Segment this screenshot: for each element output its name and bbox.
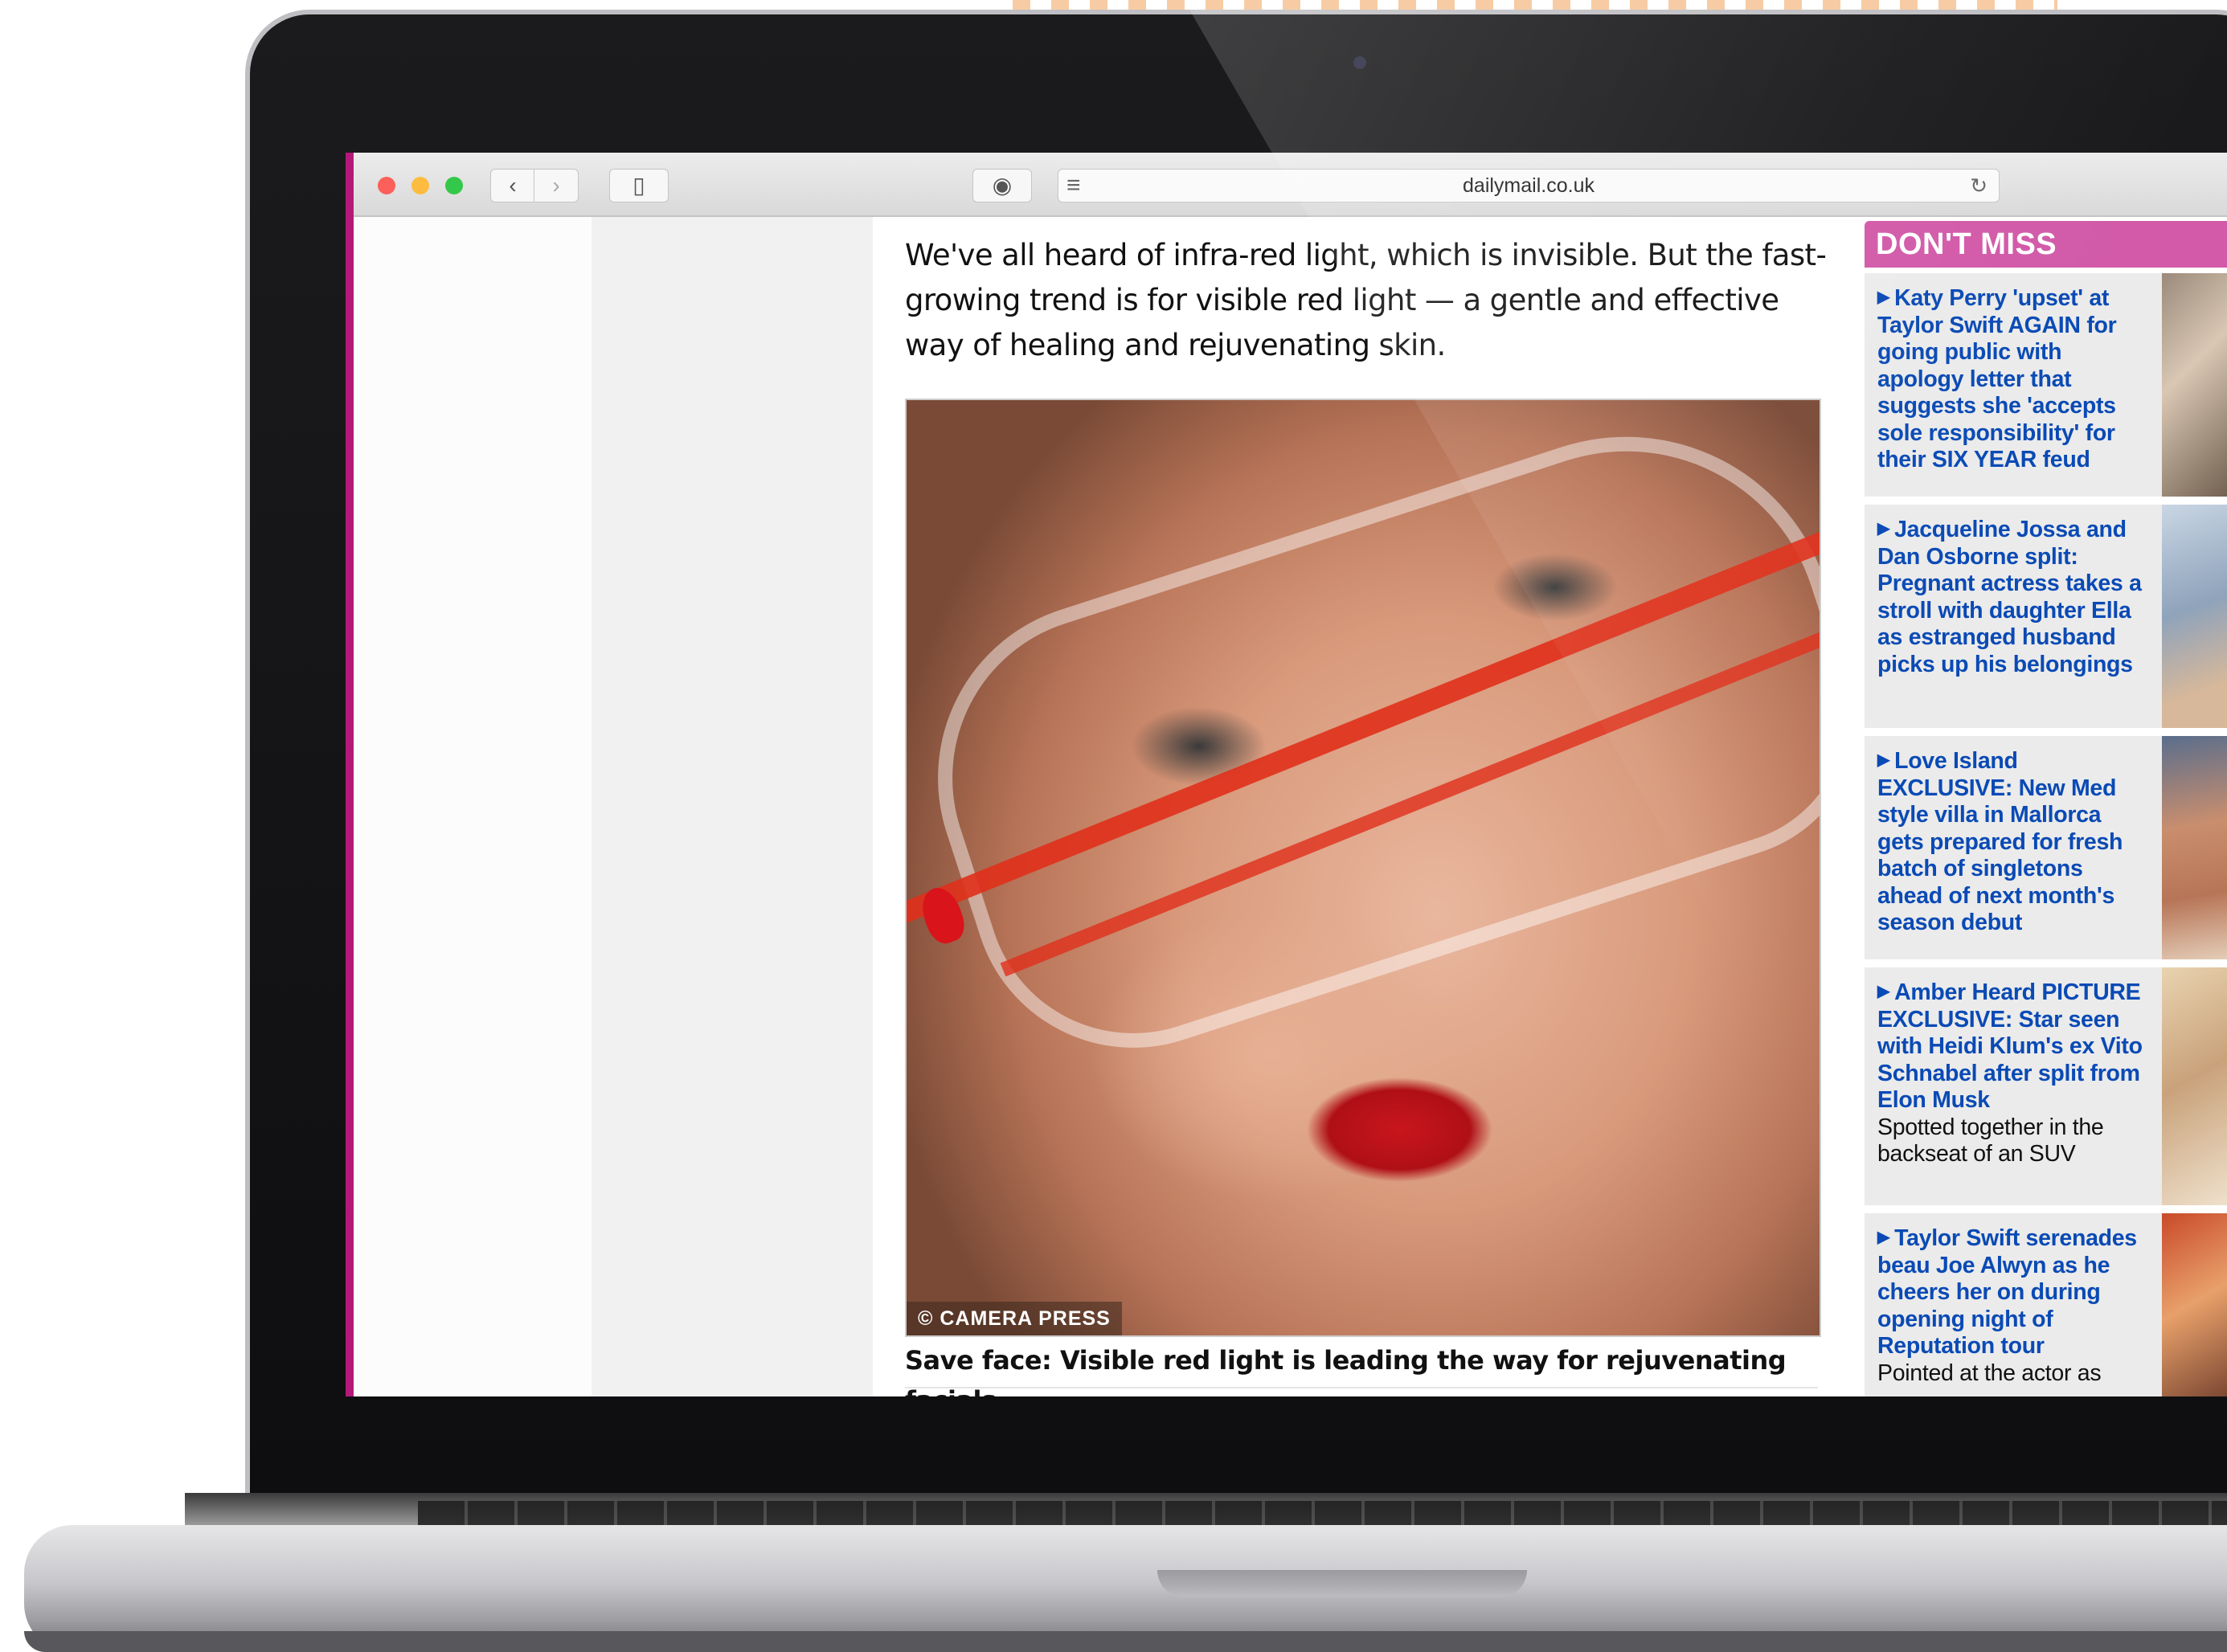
sidebar-toggle-button[interactable]: ▯ bbox=[609, 169, 669, 202]
extension-button[interactable]: ◉ bbox=[972, 169, 1032, 202]
forward-button[interactable]: › bbox=[534, 169, 579, 202]
triangle-right-icon: ▶ bbox=[1877, 751, 1890, 769]
triangle-right-icon: ▶ bbox=[1877, 288, 1890, 306]
dont-miss-thumbnail[interactable] bbox=[2162, 736, 2227, 959]
article-paragraph: We've all heard of infra-red light, whic… bbox=[905, 238, 1827, 362]
dont-miss-subtext: Spotted together in the backseat of an S… bbox=[1877, 1114, 2104, 1167]
dont-miss-item[interactable]: ▶ Katy Perry 'upset' at Taylor Swift AGAI… bbox=[1865, 273, 2227, 497]
close-window-button[interactable] bbox=[378, 177, 395, 194]
page-left-column bbox=[354, 217, 592, 1396]
sidebar-icon: ▯ bbox=[632, 173, 645, 198]
dont-miss-thumbnail[interactable] bbox=[2162, 273, 2227, 497]
dont-miss-item[interactable]: ▶ Taylor Swift serenades beau Joe Alwyn a… bbox=[1865, 1213, 2227, 1396]
browser-toolbar: ‹ › ▯ ◉ ≡ dailymail.co.uk ↻ bbox=[354, 153, 2227, 217]
minimize-window-button[interactable] bbox=[411, 177, 429, 194]
address-bar[interactable]: ≡ dailymail.co.uk ↻ bbox=[1058, 169, 2000, 202]
triangle-right-icon: ▶ bbox=[1877, 520, 1890, 538]
laptop-screen: ‹ › ▯ ◉ ≡ dailymail.co.uk ↻ We've all he… bbox=[346, 153, 2227, 1396]
laptop-base-edge bbox=[24, 1631, 2227, 1652]
dont-miss-headline[interactable]: Love Island EXCLUSIVE: New Med style vil… bbox=[1877, 748, 2123, 935]
webcam bbox=[1353, 56, 1366, 69]
dont-miss-title: DON'T MISS bbox=[1876, 227, 2057, 261]
laptop-opening-notch bbox=[1157, 1570, 1527, 1597]
dont-miss-headline[interactable]: Jacqueline Jossa and Dan Osborne split: … bbox=[1877, 517, 2142, 677]
chevron-right-icon: › bbox=[552, 173, 560, 198]
reload-icon[interactable]: ↻ bbox=[1970, 170, 1988, 202]
back-button[interactable]: ‹ bbox=[490, 169, 535, 202]
dont-miss-thumbnail[interactable] bbox=[2162, 1213, 2227, 1396]
dont-miss-headline[interactable]: Amber Heard PICTURE EXCLUSIVE: Star seen… bbox=[1877, 979, 2143, 1113]
extension-icon: ◉ bbox=[992, 173, 1013, 198]
dont-miss-item[interactable]: ▶ Amber Heard PICTURE EXCLUSIVE: Star see… bbox=[1865, 967, 2227, 1205]
triangle-right-icon: ▶ bbox=[1877, 983, 1890, 1000]
page-gutter bbox=[592, 217, 873, 1396]
dont-miss-subtext: Pointed at the actor as bbox=[1877, 1360, 2102, 1386]
triangle-right-icon: ▶ bbox=[1877, 1229, 1890, 1246]
dont-miss-thumbnail[interactable] bbox=[2162, 967, 2227, 1205]
divider bbox=[905, 1387, 1818, 1388]
dont-miss-thumbnail[interactable] bbox=[2162, 505, 2227, 728]
photo-glasses bbox=[907, 400, 1820, 1090]
photo-credit: © CAMERA PRESS bbox=[907, 1302, 1122, 1335]
zoom-window-button[interactable] bbox=[445, 177, 463, 194]
article-photo[interactable]: © CAMERA PRESS bbox=[905, 399, 1821, 1337]
dont-miss-item[interactable]: ▶ Love Island EXCLUSIVE: New Med style vi… bbox=[1865, 736, 2227, 959]
chevron-left-icon: ‹ bbox=[509, 173, 517, 198]
dont-miss-header: DON'T MISS bbox=[1865, 221, 2227, 268]
dont-miss-headline[interactable]: Taylor Swift serenades beau Joe Alwyn as… bbox=[1877, 1225, 2137, 1359]
url-text: dailymail.co.uk bbox=[1463, 174, 1595, 197]
dont-miss-item[interactable]: ▶ Jacqueline Jossa and Dan Osborne split:… bbox=[1865, 505, 2227, 728]
dont-miss-headline[interactable]: Katy Perry 'upset' at Taylor Swift AGAIN… bbox=[1877, 285, 2117, 472]
